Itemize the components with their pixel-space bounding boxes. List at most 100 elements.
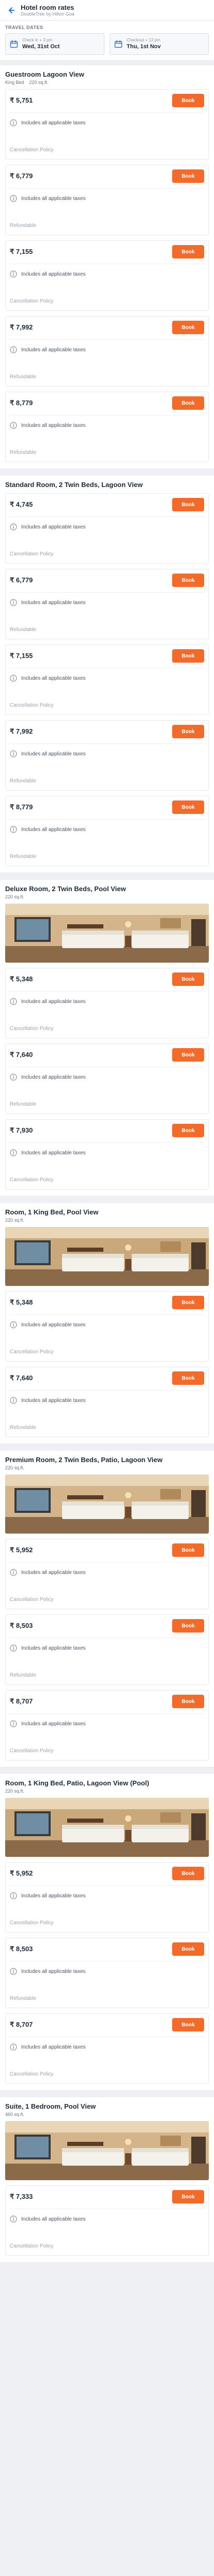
rate-price: ₹ 8,707 [10,1697,33,1705]
tax-note: Includes all applicable taxes [10,1569,204,1576]
rate-policy[interactable]: Refundable [10,854,36,860]
divider [10,991,204,992]
checkin-label: Check in + 3 pm [22,38,53,42]
tax-text: Includes all applicable taxes [21,1397,86,1404]
tax-text: Includes all applicable taxes [21,524,86,530]
rate-policy[interactable]: Cancellation Policy [10,1026,54,1032]
book-button[interactable]: Book [172,498,204,511]
rate-price: ₹ 7,155 [10,248,33,255]
book-button[interactable]: Book [172,94,204,107]
book-button[interactable]: Book [172,574,204,587]
tax-text: Includes all applicable taxes [21,422,86,428]
book-button[interactable]: Book [172,800,204,814]
book-button[interactable]: Book [172,1543,204,1557]
rate-policy[interactable]: Refundable [10,1101,36,1107]
rate-policy[interactable]: Refundable [10,627,36,633]
tax-text: Includes all applicable taxes [21,998,86,1005]
tax-note: Includes all applicable taxes [10,1397,204,1404]
rate-policy[interactable]: Cancellation Policy [10,2071,54,2077]
rate-policy[interactable]: Refundable [10,223,36,228]
divider [10,339,204,340]
tax-note: Includes all applicable taxes [10,2043,204,2051]
rate-policy[interactable]: Refundable [10,450,36,455]
checkout-label: Checkout + 12 pm [127,38,161,42]
book-button[interactable]: Book [172,321,204,334]
checkout-date-picker[interactable]: Checkout + 12 pm Thu, 1st Nov [110,33,209,55]
checkin-date-picker[interactable]: Check in + 3 pm Wed, 31st Oct [5,33,104,55]
rate-policy[interactable]: Cancellation Policy [10,551,54,557]
book-button[interactable]: Book [172,1371,204,1385]
book-button[interactable]: Book [172,1296,204,1309]
book-button[interactable]: Book [172,972,204,986]
book-button[interactable]: Book [172,245,204,259]
rate-policy[interactable]: Cancellation Policy [10,1177,54,1183]
room-bed-type: King Bed [5,80,24,85]
rate-price: ₹ 6,779 [10,576,33,584]
info-icon [10,2215,17,2223]
rate-price: ₹ 4,745 [10,500,33,508]
tax-note: Includes all applicable taxes [10,1968,204,1975]
book-button[interactable]: Book [172,1695,204,1708]
rate-option: ₹ 7,640 Book Includes all applicable taxes… [5,1367,209,1437]
rate-policy[interactable]: Cancellation Policy [10,147,54,153]
rate-policy[interactable]: Cancellation Policy [10,1748,54,1754]
tax-note: Includes all applicable taxes [10,750,204,757]
divider [10,188,204,189]
room-name: Room, 1 King Bed, Patio, Lagoon View (Po… [5,1779,149,1787]
tax-note: Includes all applicable taxes [10,1644,204,1652]
info-icon [10,1720,17,1727]
divider [10,112,204,113]
info-icon [10,826,17,833]
room-size: 220 sq.ft. [5,894,25,899]
rate-policy[interactable]: Refundable [10,1996,36,2001]
book-button[interactable]: Book [172,396,204,410]
room-list: Guestroom Lagoon View King Bed 220 sq.ft. ₹… [0,65,214,2262]
rate-policy[interactable]: Cancellation Policy [10,1597,54,1602]
rate-price: ₹ 8,707 [10,2021,33,2028]
rate-option: ₹ 7,333 Book Includes all applicable taxes… [5,2185,209,2256]
tax-note: Includes all applicable taxes [10,2215,204,2223]
tax-note: Includes all applicable taxes [10,1892,204,1899]
rate-policy[interactable]: Refundable [10,374,36,380]
rate-policy[interactable]: Cancellation Policy [10,1349,54,1355]
rate-policy[interactable]: Cancellation Policy [10,1920,54,1926]
rate-option: ₹ 8,707 Book Includes all applicable taxes… [5,1690,209,1761]
room-details: 220 sq.ft. [5,1218,209,1223]
rate-policy[interactable]: Cancellation Policy [10,703,54,708]
rate-option: ₹ 7,930 Book Includes all applicable taxes… [5,1119,209,1190]
tax-text: Includes all applicable taxes [21,675,86,681]
rate-policy[interactable]: Cancellation Policy [10,2243,54,2249]
back-arrow-icon[interactable] [5,5,17,16]
header-titles: Hotel room rates DoubleTree by Hilton Go… [21,4,74,17]
page-title: Hotel room rates [21,3,74,11]
rate-price: ₹ 8,503 [10,1945,33,1953]
tax-note: Includes all applicable taxes [10,119,204,126]
rate-policy[interactable]: Refundable [10,778,36,784]
book-button[interactable]: Book [172,1942,204,1956]
tax-text: Includes all applicable taxes [21,1968,86,1974]
rate-price: ₹ 8,503 [10,1622,33,1629]
rate-policy[interactable]: Refundable [10,1672,36,1678]
rate-policy[interactable]: Refundable [10,1425,36,1430]
book-button[interactable]: Book [172,2018,204,2031]
divider [10,1314,204,1315]
rate-option: ₹ 7,992 Book Includes all applicable taxes… [5,316,209,387]
info-icon [10,119,17,126]
book-button[interactable]: Book [172,1619,204,1633]
tax-text: Includes all applicable taxes [21,2216,86,2222]
rate-policy[interactable]: Cancellation Policy [10,298,54,304]
book-button[interactable]: Book [172,169,204,183]
book-button[interactable]: Book [172,1048,204,1062]
divider [10,1713,204,1714]
tax-text: Includes all applicable taxes [21,1569,86,1576]
rate-price: ₹ 5,348 [10,1298,33,1306]
book-button[interactable]: Book [172,1124,204,1137]
rate-option: ₹ 8,503 Book Includes all applicable taxes… [5,1614,209,1685]
book-button[interactable]: Book [172,2190,204,2203]
rate-price: ₹ 5,952 [10,1869,33,1877]
book-button[interactable]: Book [172,1867,204,1880]
book-button[interactable]: Book [172,725,204,738]
book-button[interactable]: Book [172,649,204,663]
tax-text: Includes all applicable taxes [21,347,86,353]
travel-dates-section: TRAVEL DATES Check in + 3 pm Wed, 31st O… [0,21,214,60]
